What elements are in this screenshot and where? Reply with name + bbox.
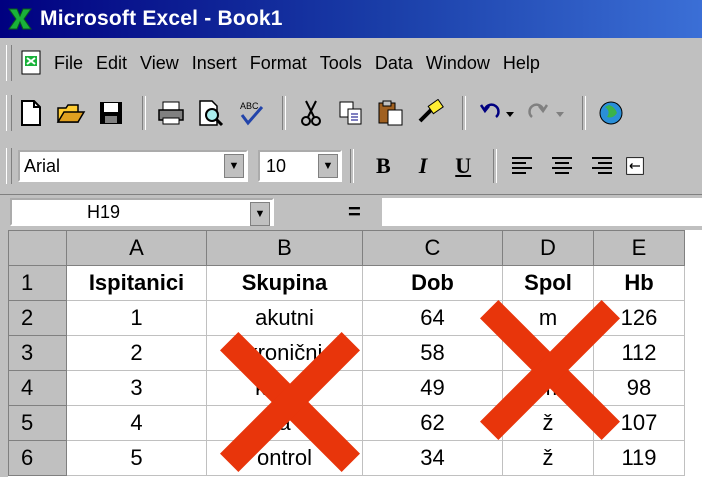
column-header-c[interactable]: C: [362, 230, 503, 266]
edit-formula-button[interactable]: =: [348, 199, 361, 225]
formula-bar: H19 ▼ =: [0, 194, 702, 229]
cell[interactable]: 2: [66, 335, 207, 371]
font-name-dropdown[interactable]: Arial ▼: [18, 150, 248, 182]
cell[interactable]: 119: [593, 440, 685, 476]
open-icon[interactable]: [54, 96, 88, 130]
menu-window[interactable]: Window: [426, 53, 490, 74]
cell[interactable]: Spol: [502, 265, 594, 301]
print-icon[interactable]: [154, 96, 188, 130]
menu-view[interactable]: View: [140, 53, 179, 74]
red-x-mark-icon: [480, 300, 620, 440]
print-preview-icon[interactable]: [194, 96, 228, 130]
cell[interactable]: 34: [362, 440, 503, 476]
menu-help[interactable]: Help: [503, 53, 540, 74]
save-icon[interactable]: [94, 96, 128, 130]
undo-icon[interactable]: [474, 96, 518, 130]
cell[interactable]: Ispitanici: [66, 265, 207, 301]
formula-input[interactable]: [382, 198, 702, 226]
menu-file[interactable]: File: [54, 53, 83, 74]
name-box-value: H19: [87, 201, 121, 222]
bold-button[interactable]: B: [376, 153, 391, 179]
toolbar-separator: [493, 149, 498, 183]
red-x-mark-icon: [220, 332, 360, 472]
chevron-down-icon[interactable]: ▼: [224, 154, 244, 178]
column-header-a[interactable]: A: [66, 230, 207, 266]
redo-icon[interactable]: [524, 96, 568, 130]
column-header-e[interactable]: E: [593, 230, 685, 266]
menu-edit[interactable]: Edit: [96, 53, 127, 74]
excel-icon: [6, 5, 34, 33]
name-box[interactable]: H19 ▼: [10, 198, 274, 226]
svg-text:ABC: ABC: [240, 101, 259, 111]
row-header[interactable]: 3: [8, 335, 67, 371]
cell[interactable]: Hb: [593, 265, 685, 301]
row-header[interactable]: 5: [8, 405, 67, 441]
web-icon[interactable]: [594, 96, 628, 130]
menu-data[interactable]: Data: [375, 53, 413, 74]
underline-button[interactable]: U: [455, 153, 471, 179]
toolbar-separator: [282, 96, 286, 130]
copy-icon[interactable]: [334, 96, 368, 130]
menu-bar: File Edit View Insert Format Tools Data …: [0, 38, 702, 88]
cell[interactable]: Skupina: [206, 265, 363, 301]
formatting-toolbar: Arial ▼ 10 ▼ B I U: [0, 139, 702, 193]
cell[interactable]: Dob: [362, 265, 503, 301]
table-row: 1 Ispitanici Skupina Dob Spol Hb: [8, 265, 685, 301]
column-header-d[interactable]: D: [502, 230, 594, 266]
menu-grip[interactable]: [6, 45, 12, 81]
align-center-icon[interactable]: [545, 149, 579, 183]
cell[interactable]: 4: [66, 405, 207, 441]
toolbar-grip[interactable]: [6, 148, 12, 184]
font-size-value: 10: [266, 155, 287, 176]
workbook-icon[interactable]: [20, 50, 44, 76]
menu-format[interactable]: Format: [250, 53, 307, 74]
chevron-down-icon[interactable]: ▼: [250, 202, 270, 226]
toolbar-separator: [582, 96, 586, 130]
row-header[interactable]: 2: [8, 300, 67, 336]
new-icon[interactable]: [14, 96, 48, 130]
paste-icon[interactable]: [374, 96, 408, 130]
column-header-row: A B C D E: [8, 230, 685, 266]
align-right-icon[interactable]: [585, 149, 619, 183]
merge-center-icon[interactable]: [625, 149, 645, 183]
cell[interactable]: 5: [66, 440, 207, 476]
toolbar-separator: [462, 96, 466, 130]
row-header[interactable]: 4: [8, 370, 67, 406]
cell[interactable]: akutni: [206, 300, 363, 336]
select-all-button[interactable]: [8, 230, 67, 266]
row-header[interactable]: 6: [8, 440, 67, 476]
font-name-value: Arial: [24, 155, 61, 176]
font-size-dropdown[interactable]: 10 ▼: [258, 150, 342, 182]
window-title: Microsoft Excel - Book1: [40, 7, 283, 30]
standard-toolbar: ABC: [0, 88, 702, 138]
menu-insert[interactable]: Insert: [192, 53, 237, 74]
menu-tools[interactable]: Tools: [320, 53, 362, 74]
align-left-icon[interactable]: [505, 149, 539, 183]
spelling-icon[interactable]: ABC: [234, 96, 268, 130]
format-painter-icon[interactable]: [414, 96, 448, 130]
toolbar-separator: [142, 96, 146, 130]
cut-icon[interactable]: [294, 96, 328, 130]
toolbar-separator: [350, 149, 354, 183]
row-header[interactable]: 1: [8, 265, 67, 301]
italic-button[interactable]: I: [419, 153, 428, 179]
cell[interactable]: 3: [66, 370, 207, 406]
toolbar-grip[interactable]: [6, 95, 12, 131]
cell[interactable]: 1: [66, 300, 207, 336]
cell[interactable]: ž: [502, 440, 594, 476]
column-header-b[interactable]: B: [206, 230, 363, 266]
chevron-down-icon[interactable]: ▼: [318, 154, 338, 178]
title-bar: Microsoft Excel - Book1: [0, 0, 702, 38]
